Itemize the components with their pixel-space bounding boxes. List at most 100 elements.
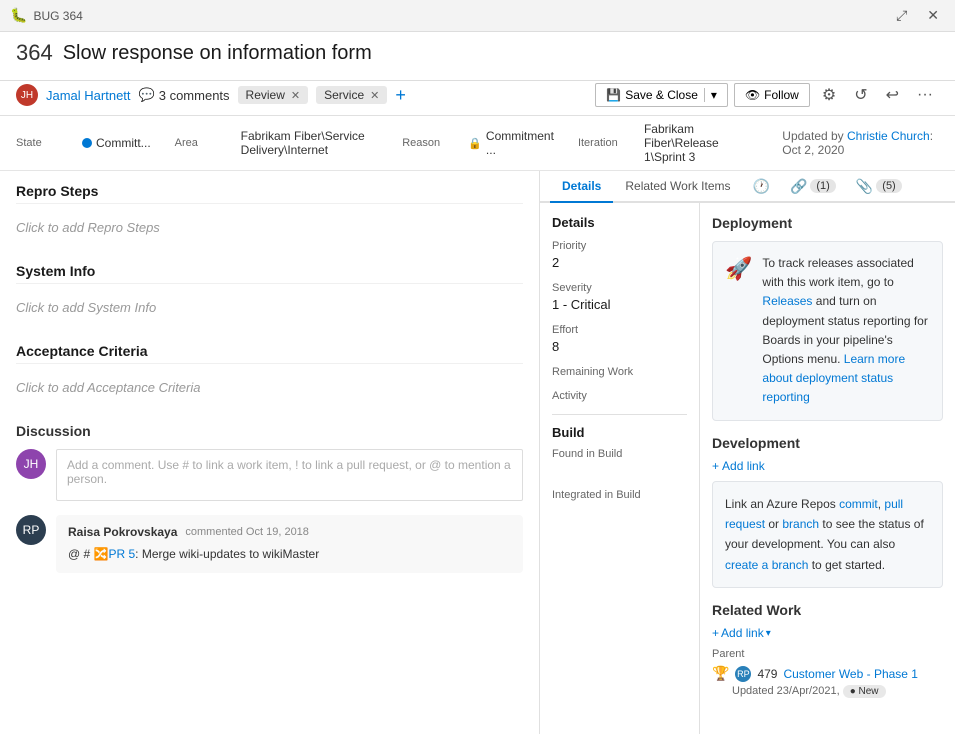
acceptance-criteria-section: Acceptance Criteria Click to add Accepta…	[16, 343, 523, 403]
iteration-value[interactable]: Fabrikam Fiber\Release 1\Sprint 3	[644, 122, 758, 164]
refresh-button[interactable]: ↺	[848, 81, 873, 109]
state-value[interactable]: Committ...	[82, 136, 151, 150]
attachments-icon: 📎	[856, 178, 873, 195]
priority-value[interactable]: 2	[552, 255, 687, 270]
effort-value[interactable]: 8	[552, 339, 687, 354]
effort-label: Effort	[552, 324, 687, 336]
pr-link[interactable]: 🔀PR 5	[94, 547, 136, 561]
comments-count: 3 comments	[159, 88, 230, 103]
effort-field: Effort 8	[552, 324, 687, 354]
expand-button[interactable]: ⤢	[890, 5, 913, 26]
parent-avatar: RP	[735, 666, 751, 682]
severity-label: Severity	[552, 282, 687, 294]
integrated-in-build-field: Integrated in Build	[552, 489, 687, 520]
lock-icon: 🔒	[468, 137, 482, 150]
create-branch-link[interactable]: create a branch	[725, 558, 808, 572]
remaining-work-label: Remaining Work	[552, 366, 687, 378]
development-title: Development	[712, 435, 943, 451]
add-tag-button[interactable]: +	[395, 86, 406, 104]
follow-button[interactable]: 👁 Follow	[734, 83, 810, 107]
settings-button[interactable]: ⚙	[816, 81, 842, 109]
comments-button[interactable]: 💬 3 comments	[139, 87, 230, 103]
title-bar-right: ⤢ ✕	[890, 5, 945, 26]
reason-value[interactable]: 🔒 Commitment ...	[468, 129, 554, 157]
severity-value[interactable]: 1 - Critical	[552, 297, 687, 312]
save-close-arrow[interactable]: ▾	[704, 88, 717, 102]
reason-text: Commitment ...	[486, 129, 554, 157]
related-add-label: Add link	[721, 626, 764, 640]
severity-field: Severity 1 - Critical	[552, 282, 687, 312]
related-add-link-button[interactable]: + Add link ▾	[712, 626, 771, 640]
updated-by-link[interactable]: Christie Church	[847, 129, 930, 143]
work-item-title[interactable]: Slow response on information form	[63, 42, 372, 65]
repro-steps-placeholder[interactable]: Click to add Repro Steps	[16, 212, 523, 243]
branch-link[interactable]: branch	[782, 517, 819, 531]
right-panel: Details Related Work Items 🕐 🔗 (1) 📎 (5)…	[540, 171, 955, 734]
tag-service-close[interactable]: ✕	[370, 89, 379, 102]
state-dot	[82, 138, 92, 148]
parent-item: 🏆 RP 479 Customer Web - Phase 1	[712, 665, 943, 682]
comment-date-0: commented Oct 19, 2018	[185, 526, 309, 538]
learn-more-link[interactable]: Learn more about deployment status repor…	[762, 352, 905, 404]
system-info-placeholder[interactable]: Click to add System Info	[16, 292, 523, 323]
save-close-label: Save & Close	[625, 88, 698, 102]
comment-input-row: JH Add a comment. Use # to link a work i…	[16, 449, 523, 501]
area-value[interactable]: Fabrikam Fiber\Service Delivery\Internet	[241, 129, 379, 157]
state-field: State Committ...	[16, 136, 151, 150]
dev-add-link-label: Add link	[722, 459, 765, 473]
comment-input[interactable]: Add a comment. Use # to link a work item…	[56, 449, 523, 501]
details-divider	[552, 414, 687, 415]
related-add-link-row: + Add link ▾	[712, 626, 943, 640]
repro-steps-section: Repro Steps Click to add Repro Steps	[16, 183, 523, 243]
assignee-name[interactable]: Jamal Hartnett	[46, 88, 131, 103]
integrated-in-build-value[interactable]	[552, 504, 687, 520]
development-info-box: Link an Azure Repos commit, pull request…	[712, 481, 943, 589]
releases-link[interactable]: Releases	[762, 294, 812, 308]
deployment-info-box: 🚀 To track releases associated with this…	[712, 241, 943, 421]
parent-title-link[interactable]: Customer Web - Phase 1	[783, 667, 918, 681]
found-in-build-label: Found in Build	[552, 448, 687, 460]
deployment-icon: 🚀	[725, 256, 752, 282]
commenter-avatar-0: RP	[16, 515, 46, 545]
dev-add-link-button[interactable]: + Add link	[712, 459, 765, 473]
tag-service: Service ✕	[316, 86, 387, 104]
activity-label: Activity	[552, 390, 687, 402]
close-button[interactable]: ✕	[921, 5, 945, 26]
activity-field: Activity	[552, 390, 687, 402]
state-label: State	[16, 137, 76, 149]
state-row: State Committ... Area Fabrikam Fiber\Ser…	[0, 116, 955, 171]
iteration-label: Iteration	[578, 137, 638, 149]
undo-button[interactable]: ↩	[880, 81, 905, 109]
commenter-name-0: Raisa Pokrovskaya	[68, 525, 177, 539]
save-close-button[interactable]: 💾 Save & Close ▾	[595, 83, 728, 107]
related-work-title: Related Work	[712, 602, 943, 618]
toolbar-right: 💾 Save & Close ▾ 👁 Follow ⚙ ↺ ↩ ···	[595, 81, 939, 109]
tab-details[interactable]: Details	[550, 171, 613, 203]
tab-attachments[interactable]: 📎 (5)	[846, 171, 912, 201]
area-field: Area Fabrikam Fiber\Service Delivery\Int…	[175, 129, 379, 157]
tag-service-label: Service	[324, 88, 364, 102]
priority-label: Priority	[552, 240, 687, 252]
commit-link[interactable]: commit	[839, 497, 878, 511]
system-info-title: System Info	[16, 263, 523, 284]
tag-review-close[interactable]: ✕	[291, 89, 300, 102]
tab-links[interactable]: 🔗 (1)	[780, 171, 846, 201]
acceptance-criteria-title: Acceptance Criteria	[16, 343, 523, 364]
updated-info: Updated by Christie Church: Oct 2, 2020	[782, 129, 939, 157]
acceptance-criteria-placeholder[interactable]: Click to add Acceptance Criteria	[16, 372, 523, 403]
details-column: Details Priority 2 Severity 1 - Critical…	[540, 203, 700, 734]
integrated-in-build-label: Integrated in Build	[552, 489, 687, 501]
tab-related-work-items[interactable]: Related Work Items	[613, 171, 742, 203]
priority-field: Priority 2	[552, 240, 687, 270]
current-user-avatar: JH	[16, 449, 46, 479]
reason-label: Reason	[402, 137, 462, 149]
comment-body-0: Raisa Pokrovskaya commented Oct 19, 2018…	[56, 515, 523, 573]
tab-history[interactable]: 🕐	[743, 171, 780, 201]
deployment-title: Deployment	[712, 215, 943, 231]
parent-update-date: Updated 23/Apr/2021,	[732, 685, 840, 697]
parent-status-badge: ● New	[843, 685, 886, 698]
more-button[interactable]: ···	[911, 82, 939, 108]
discussion-title: Discussion	[16, 423, 523, 439]
work-item-header: 364 Slow response on information form	[0, 32, 955, 81]
found-in-build-value[interactable]	[552, 463, 687, 479]
